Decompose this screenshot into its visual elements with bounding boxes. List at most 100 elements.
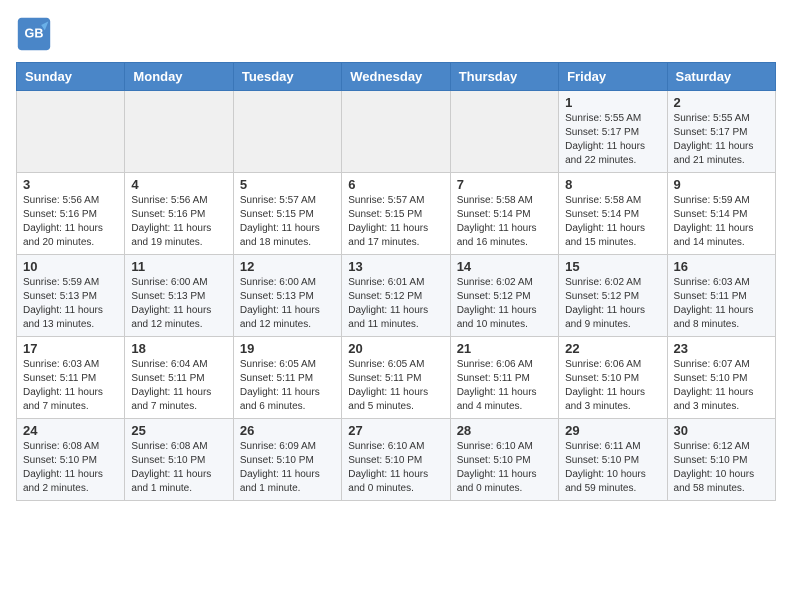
calendar-cell: 13 Sunrise: 6:01 AM Sunset: 5:12 PM Dayli… [342,255,450,337]
calendar-cell: 25 Sunrise: 6:08 AM Sunset: 5:10 PM Dayli… [125,419,233,501]
day-info: Sunrise: 5:57 AM Sunset: 5:15 PM Dayligh… [240,194,335,250]
day-info: Sunrise: 5:58 AM Sunset: 5:14 PM Dayligh… [565,194,660,250]
calendar-cell: 8 Sunrise: 5:58 AM Sunset: 5:14 PM Daylig… [559,173,667,255]
logo: GB [16,16,56,52]
day-number: 28 [457,423,552,438]
day-info: Sunrise: 6:03 AM Sunset: 5:11 PM Dayligh… [23,358,118,414]
calendar-cell: 1Sunrise: 5:55 AM Sunset: 5:17 PM Daylig… [559,91,667,173]
calendar-cell [342,91,450,173]
calendar-cell [125,91,233,173]
day-number: 20 [348,341,443,356]
day-info: Sunrise: 5:56 AM Sunset: 5:16 PM Dayligh… [23,194,118,250]
calendar-cell: 9 Sunrise: 5:59 AM Sunset: 5:14 PM Daylig… [667,173,775,255]
calendar-cell: 4 Sunrise: 5:56 AM Sunset: 5:16 PM Daylig… [125,173,233,255]
day-info: Sunrise: 6:06 AM Sunset: 5:11 PM Dayligh… [457,358,552,414]
day-number: 19 [240,341,335,356]
calendar-cell: 2 Sunrise: 5:55 AM Sunset: 5:17 PM Daylig… [667,91,775,173]
day-info: Sunrise: 6:10 AM Sunset: 5:10 PM Dayligh… [457,440,552,496]
weekday-header-monday: Monday [125,63,233,91]
day-info: Sunrise: 6:08 AM Sunset: 5:10 PM Dayligh… [131,440,226,496]
weekday-header-saturday: Saturday [667,63,775,91]
day-number: 12 [240,259,335,274]
day-number: 3 [23,177,118,192]
day-number: 23 [674,341,769,356]
calendar-cell: 15 Sunrise: 6:02 AM Sunset: 5:12 PM Dayli… [559,255,667,337]
day-info: Sunrise: 6:05 AM Sunset: 5:11 PM Dayligh… [348,358,443,414]
day-number: 27 [348,423,443,438]
calendar-cell: 7 Sunrise: 5:58 AM Sunset: 5:14 PM Daylig… [450,173,558,255]
day-number: 25 [131,423,226,438]
day-number: 11 [131,259,226,274]
day-info: Sunrise: 5:55 AM Sunset: 5:17 PM Dayligh… [674,112,769,168]
day-info: Sunrise: 6:02 AM Sunset: 5:12 PM Dayligh… [565,276,660,332]
calendar-cell: 30 Sunrise: 6:12 AM Sunset: 5:10 PM Dayli… [667,419,775,501]
day-number: 9 [674,177,769,192]
page-header: GB [16,16,776,52]
calendar-week-row: 17Sunrise: 6:03 AM Sunset: 5:11 PM Dayli… [17,337,776,419]
day-info: Sunrise: 5:56 AM Sunset: 5:16 PM Dayligh… [131,194,226,250]
day-info: Sunrise: 6:10 AM Sunset: 5:10 PM Dayligh… [348,440,443,496]
day-info: Sunrise: 6:08 AM Sunset: 5:10 PM Dayligh… [23,440,118,496]
calendar-cell: 11 Sunrise: 6:00 AM Sunset: 5:13 PM Dayli… [125,255,233,337]
day-number: 21 [457,341,552,356]
weekday-header-friday: Friday [559,63,667,91]
calendar-cell: 23 Sunrise: 6:07 AM Sunset: 5:10 PM Dayli… [667,337,775,419]
day-number: 18 [131,341,226,356]
day-info: Sunrise: 5:59 AM Sunset: 5:14 PM Dayligh… [674,194,769,250]
day-number: 5 [240,177,335,192]
day-info: Sunrise: 6:06 AM Sunset: 5:10 PM Dayligh… [565,358,660,414]
calendar-week-row: 3 Sunrise: 5:56 AM Sunset: 5:16 PM Daylig… [17,173,776,255]
calendar-cell: 5 Sunrise: 5:57 AM Sunset: 5:15 PM Daylig… [233,173,341,255]
calendar-cell: 6Sunrise: 5:57 AM Sunset: 5:15 PM Daylig… [342,173,450,255]
day-info: Sunrise: 6:00 AM Sunset: 5:13 PM Dayligh… [131,276,226,332]
day-number: 10 [23,259,118,274]
day-number: 8 [565,177,660,192]
day-number: 15 [565,259,660,274]
day-number: 22 [565,341,660,356]
calendar-cell: 21 Sunrise: 6:06 AM Sunset: 5:11 PM Dayli… [450,337,558,419]
weekday-header-thursday: Thursday [450,63,558,91]
day-number: 16 [674,259,769,274]
logo-icon: GB [16,16,52,52]
day-number: 30 [674,423,769,438]
day-info: Sunrise: 6:07 AM Sunset: 5:10 PM Dayligh… [674,358,769,414]
calendar-cell: 27 Sunrise: 6:10 AM Sunset: 5:10 PM Dayli… [342,419,450,501]
svg-text:GB: GB [25,27,44,41]
day-number: 7 [457,177,552,192]
day-info: Sunrise: 6:03 AM Sunset: 5:11 PM Dayligh… [674,276,769,332]
day-number: 14 [457,259,552,274]
calendar-cell: 20 Sunrise: 6:05 AM Sunset: 5:11 PM Dayli… [342,337,450,419]
day-info: Sunrise: 6:01 AM Sunset: 5:12 PM Dayligh… [348,276,443,332]
weekday-header-wednesday: Wednesday [342,63,450,91]
day-number: 26 [240,423,335,438]
day-info: Sunrise: 6:04 AM Sunset: 5:11 PM Dayligh… [131,358,226,414]
day-number: 4 [131,177,226,192]
calendar-cell: 22 Sunrise: 6:06 AM Sunset: 5:10 PM Dayli… [559,337,667,419]
calendar-cell: 10 Sunrise: 5:59 AM Sunset: 5:13 PM Dayli… [17,255,125,337]
day-number: 24 [23,423,118,438]
day-number: 2 [674,95,769,110]
calendar-cell: 24 Sunrise: 6:08 AM Sunset: 5:10 PM Dayli… [17,419,125,501]
calendar-cell [233,91,341,173]
day-number: 13 [348,259,443,274]
calendar-week-row: 10 Sunrise: 5:59 AM Sunset: 5:13 PM Dayli… [17,255,776,337]
day-number: 1 [565,95,660,110]
calendar-cell: 12 Sunrise: 6:00 AM Sunset: 5:13 PM Dayli… [233,255,341,337]
day-info: Sunrise: 6:02 AM Sunset: 5:12 PM Dayligh… [457,276,552,332]
day-info: Sunrise: 6:12 AM Sunset: 5:10 PM Dayligh… [674,440,769,496]
calendar-week-row: 1 Sunrise: 5:55 AM Sunset: 5:17 PM Daylig… [17,91,776,173]
calendar-table: SundayMondayTuesdayWednesdayThursdayFrid… [16,62,776,501]
day-number: 6 [348,177,443,192]
calendar-cell: 16 Sunrise: 6:03 AM Sunset: 5:11 PM Dayli… [667,255,775,337]
calendar-cell: 18 Sunrise: 6:04 AM Sunset: 5:11 PM Dayli… [125,337,233,419]
day-info: Sunrise: 5:58 AM Sunset: 5:14 PM Dayligh… [457,194,552,250]
calendar-cell: 28 Sunrise: 6:10 AM Sunset: 5:10 PM Dayli… [450,419,558,501]
calendar-cell: 19Sunrise: 6:05 AM Sunset: 5:11 PM Dayli… [233,337,341,419]
calendar-cell [17,91,125,173]
day-info: Sunrise: 6:00 AM Sunset: 5:13 PM Dayligh… [240,276,335,332]
calendar-cell: 17Sunrise: 6:03 AM Sunset: 5:11 PM Dayli… [17,337,125,419]
day-number: 29 [565,423,660,438]
calendar-cell: 26Sunrise: 6:09 AM Sunset: 5:10 PM Dayli… [233,419,341,501]
day-info: Sunrise: 5:59 AM Sunset: 5:13 PM Dayligh… [23,276,118,332]
calendar-cell: 3 Sunrise: 5:56 AM Sunset: 5:16 PM Daylig… [17,173,125,255]
